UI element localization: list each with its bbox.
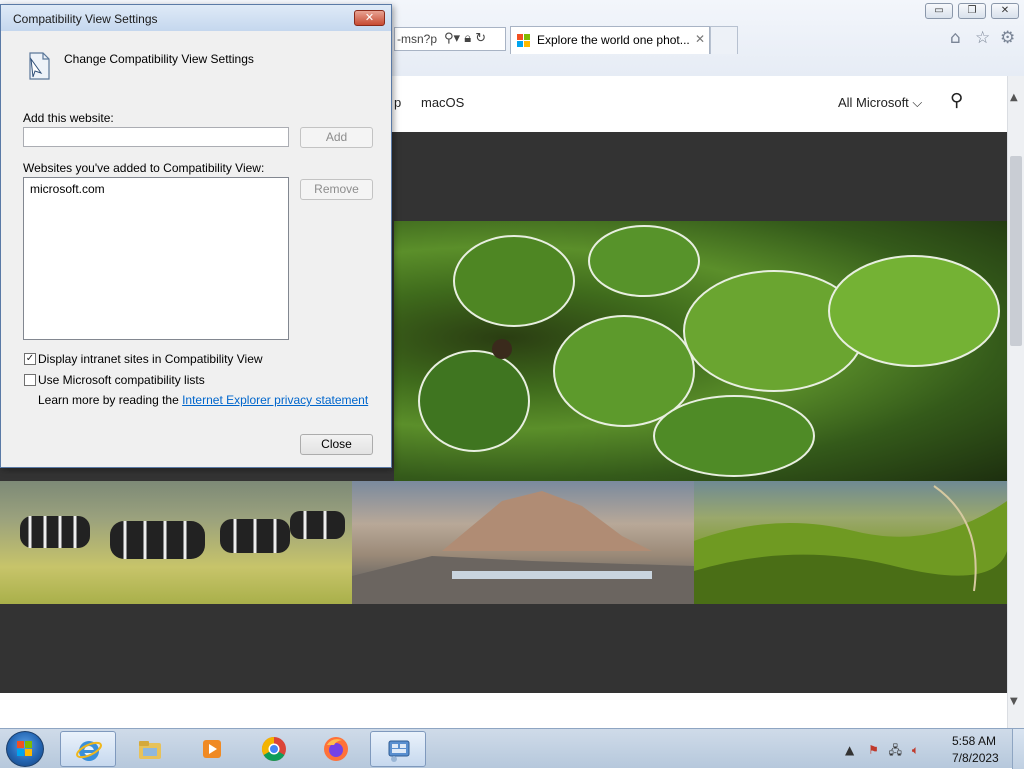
restore-window-button[interactable]: ❐ xyxy=(958,3,986,19)
internet-explorer-icon xyxy=(76,741,102,761)
scroll-up-arrow-icon[interactable]: ▲ xyxy=(1010,92,1018,103)
photo-mountains[interactable] xyxy=(352,481,694,604)
minimize-window-button[interactable]: ▭ xyxy=(925,3,953,19)
tab-close-icon[interactable]: ✕ xyxy=(695,32,705,46)
tray-icons: ▲ ⚑ 🖧 🔈︎ xyxy=(845,741,919,762)
intranet-checkbox[interactable]: ✓ xyxy=(24,353,36,365)
favorites-star-icon[interactable]: ☆ xyxy=(975,28,990,48)
websites-listbox[interactable]: microsoft.com xyxy=(23,177,289,340)
media-player-icon xyxy=(203,740,221,758)
taskbar: ▲ ⚑ 🖧 🔈︎ 5:58 AM 7/8/2023 xyxy=(0,728,1024,769)
microsoft-logo-icon xyxy=(517,34,531,48)
remove-button[interactable]: Remove xyxy=(300,179,373,200)
dialog-titlebar[interactable]: Compatibility View Settings ✕ xyxy=(1,5,391,31)
chrome-icon xyxy=(261,737,286,762)
clock-date[interactable]: 7/8/2023 xyxy=(952,751,999,765)
taskbar-windows-explorer[interactable] xyxy=(122,731,178,767)
volume-muted-icon[interactable]: 🔈︎ xyxy=(912,743,919,757)
list-item[interactable]: microsoft.com xyxy=(30,182,105,196)
photo-green-hills[interactable] xyxy=(694,481,1007,604)
hero-image-succulent xyxy=(394,221,1007,481)
firefox-icon xyxy=(324,737,348,761)
vertical-scrollbar[interactable]: ▲ ▼ xyxy=(1007,76,1024,728)
zebra-herd-illustration xyxy=(20,511,345,559)
tab-title: Explore the world one phot... xyxy=(537,33,690,47)
windows-logo-icon xyxy=(17,741,33,757)
compatibility-document-icon xyxy=(29,52,50,80)
microsoft-lists-checkbox[interactable] xyxy=(24,374,36,386)
dialog-body: Change Compatibility View Settings Add t… xyxy=(1,31,391,467)
folder-icon xyxy=(139,741,161,759)
close-window-button[interactable]: ✕ xyxy=(991,3,1019,19)
settings-gear-icon[interactable]: ⚙ xyxy=(1000,28,1015,48)
nav-all-microsoft-label: All Microsoft xyxy=(838,95,909,110)
home-icon[interactable]: ⌂ xyxy=(950,28,961,48)
add-website-input[interactable] xyxy=(23,127,289,147)
clock-time[interactable]: 5:58 AM xyxy=(952,734,996,748)
add-website-label: Add this website: xyxy=(23,111,114,125)
chevron-down-icon: ⌵ xyxy=(912,95,923,110)
start-button[interactable] xyxy=(6,731,44,767)
microsoft-lists-checkbox-label: Use Microsoft compatibility lists xyxy=(38,373,205,387)
address-bar-icons: ⚲▾ 🔒︎ ↻ xyxy=(440,28,491,50)
succulent-illustration xyxy=(418,225,1000,477)
mountain-illustration xyxy=(352,491,694,604)
taskbar-firefox[interactable] xyxy=(308,731,364,767)
control-panel-icon xyxy=(388,740,410,762)
hills-illustration xyxy=(694,485,1007,604)
search-dropdown-icon[interactable]: ⚲▾ xyxy=(444,31,460,46)
dialog-close-button[interactable]: ✕ xyxy=(354,10,385,26)
refresh-icon[interactable]: ↻ xyxy=(475,31,486,46)
nav-item-macos[interactable]: macOS xyxy=(421,95,464,110)
intranet-checkbox-label: Display intranet sites in Compatibility … xyxy=(38,352,263,366)
taskbar-chrome[interactable] xyxy=(246,731,302,767)
nav-all-microsoft[interactable]: All Microsoft ⌵ xyxy=(838,95,922,111)
close-button[interactable]: Close xyxy=(300,434,373,455)
learn-more-prefix: Learn more by reading the xyxy=(38,393,183,407)
add-button[interactable]: Add xyxy=(300,127,373,148)
photo-zebras[interactable] xyxy=(0,481,352,604)
websites-list-label: Websites you've added to Compatibility V… xyxy=(23,161,265,175)
scroll-thumb[interactable] xyxy=(1010,156,1022,346)
lock-icon[interactable]: 🔒︎ xyxy=(464,31,471,46)
show-desktop-button[interactable] xyxy=(1012,729,1024,769)
dialog-title: Compatibility View Settings xyxy=(13,12,158,26)
taskbar-media-player[interactable] xyxy=(184,731,240,767)
search-icon[interactable]: ⚲ xyxy=(950,90,963,111)
scroll-down-arrow-icon[interactable]: ▼ xyxy=(1010,696,1018,707)
taskbar-control-panel[interactable] xyxy=(370,731,426,767)
privacy-statement-link[interactable]: Internet Explorer privacy statement xyxy=(182,393,368,407)
dialog-heading: Change Compatibility View Settings xyxy=(64,52,254,66)
show-hidden-icons-arrow[interactable]: ▲ xyxy=(845,743,854,757)
address-text: -msn?p xyxy=(397,32,438,46)
learn-more-text: Learn more by reading the Internet Explo… xyxy=(38,393,368,407)
network-icon[interactable]: 🖧 xyxy=(889,743,902,757)
compatibility-view-dialog: Compatibility View Settings ✕ Change Com… xyxy=(0,4,392,468)
new-tab-button[interactable] xyxy=(710,26,738,54)
nav-item-partial[interactable]: p xyxy=(394,95,401,110)
action-center-flag-icon[interactable]: ⚑ xyxy=(868,743,879,757)
tab-explore-the-world[interactable]: Explore the world one phot... ✕ xyxy=(510,26,710,54)
taskbar-internet-explorer[interactable] xyxy=(60,731,116,767)
